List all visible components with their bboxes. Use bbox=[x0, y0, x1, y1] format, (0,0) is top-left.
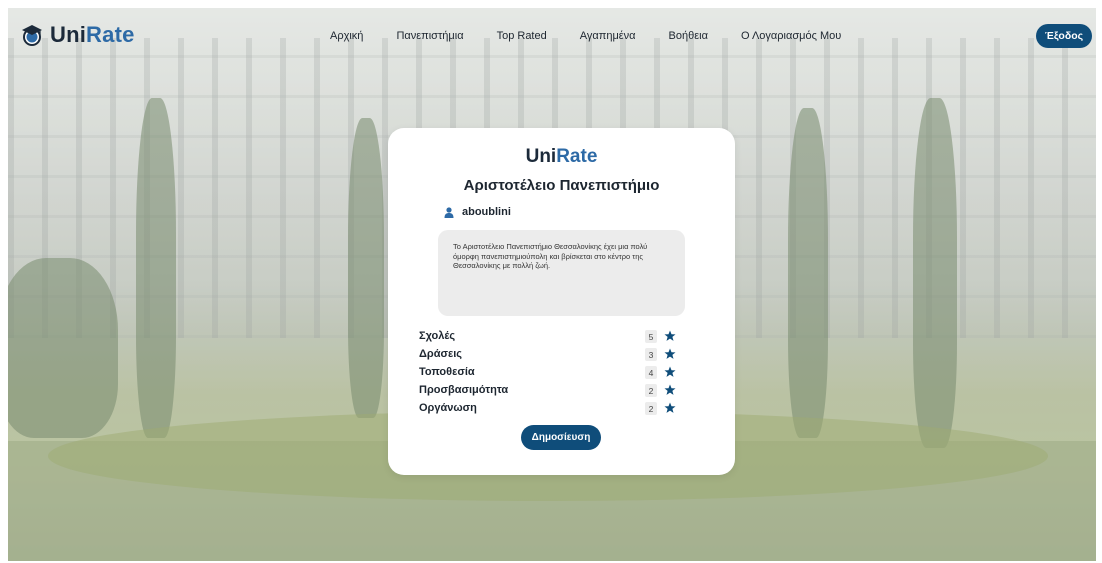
rating-label: Τοποθεσία bbox=[419, 366, 475, 378]
rating-value[interactable]: 5 bbox=[645, 330, 657, 343]
logo-uni: Uni bbox=[50, 22, 87, 47]
rating-value[interactable]: 3 bbox=[645, 348, 657, 361]
star-icon[interactable] bbox=[664, 348, 676, 360]
logo-rate: Rate bbox=[86, 22, 135, 47]
rating-label: Προσβασιμότητα bbox=[419, 384, 509, 396]
review-card: UniRate Αριστοτέλειο Πανεπιστήμιο aboubl… bbox=[388, 128, 735, 475]
username: aboublini bbox=[462, 206, 511, 218]
logo[interactable]: UniRate bbox=[20, 22, 135, 48]
star-icon[interactable] bbox=[664, 384, 676, 396]
nav-link-help[interactable]: Βοήθεια bbox=[669, 30, 708, 42]
rating-label: Σχολές bbox=[419, 330, 456, 342]
rating-label: Δράσεις bbox=[419, 348, 462, 360]
rating-label: Οργάνωση bbox=[419, 402, 477, 414]
graduation-cap-icon bbox=[22, 25, 42, 46]
nav-links: Αρχική Πανεπιστήμια Top Rated Αγαπημένα … bbox=[330, 30, 841, 42]
rating-value[interactable]: 2 bbox=[645, 402, 657, 415]
card-brand-rate: Rate bbox=[556, 146, 598, 167]
review-text: Το Αριστοτέλειο Πανεπιστήμιο Θεσσαλονίκη… bbox=[453, 242, 648, 270]
logout-button[interactable]: Έξοδος bbox=[1036, 24, 1092, 48]
card-brand-uni: Uni bbox=[525, 146, 557, 167]
university-title: Αριστοτέλειο Πανεπιστήμιο bbox=[463, 177, 660, 194]
star-icon[interactable] bbox=[664, 366, 676, 378]
star-icon[interactable] bbox=[664, 402, 676, 414]
card-brand: UniRate bbox=[388, 146, 735, 168]
logo-wordmark: UniRate bbox=[50, 22, 135, 48]
nav-link-my-account[interactable]: Ο Λογαριασμός Μου bbox=[741, 30, 841, 42]
publish-button[interactable]: Δημοσίευση bbox=[521, 425, 601, 450]
rating-value[interactable]: 2 bbox=[645, 384, 657, 397]
nav-link-top-rated[interactable]: Top Rated bbox=[497, 30, 547, 42]
nav-link-home[interactable]: Αρχική bbox=[330, 30, 363, 42]
review-text-area[interactable]: Το Αριστοτέλειο Πανεπιστήμιο Θεσσαλονίκη… bbox=[438, 230, 685, 316]
nav-link-universities[interactable]: Πανεπιστήμια bbox=[396, 30, 463, 42]
top-navbar: UniRate Αρχική Πανεπιστήμια Top Rated Αγ… bbox=[8, 8, 1096, 64]
review-author: aboublini bbox=[444, 206, 511, 218]
star-icon[interactable] bbox=[664, 330, 676, 342]
nav-link-favorites[interactable]: Αγαπημένα bbox=[580, 30, 636, 42]
rating-value[interactable]: 4 bbox=[645, 366, 657, 379]
user-icon bbox=[444, 206, 454, 218]
